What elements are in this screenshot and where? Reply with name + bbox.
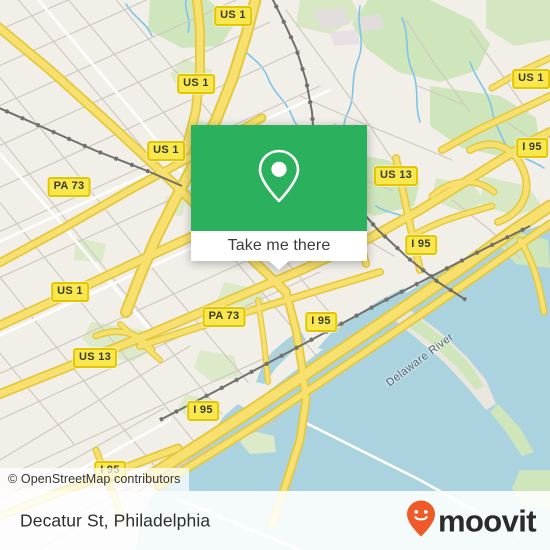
road-shield: I 95: [516, 138, 548, 158]
road-shield: US 1: [51, 282, 89, 302]
road-shield: US 1: [177, 74, 215, 94]
location-callout-card[interactable]: Take me there: [191, 125, 367, 270]
road-shield: US 13: [72, 348, 118, 368]
take-me-there-button[interactable]: Take me there: [228, 237, 331, 255]
road-shield: I 95: [405, 235, 437, 255]
callout-marker-area: [191, 125, 367, 231]
road-shield: I 95: [187, 401, 219, 421]
road-shield: US 13: [373, 166, 419, 186]
moovit-map-screen: Delaware River US 1 US 1 US 1 US 1I 95 US 13…: [0, 0, 550, 550]
road-shield: PA 73: [202, 307, 246, 327]
callout-pointer-tail: [269, 261, 289, 270]
road-shield: US 1: [512, 69, 550, 89]
bottom-info-bar: Decatur St, Philadelphia moovit: [0, 491, 550, 550]
moovit-logo[interactable]: moovit: [406, 499, 537, 542]
map-pin-icon: [256, 148, 302, 209]
road-shield: US 1: [147, 141, 185, 161]
address-label: Decatur St, Philadelphia: [20, 510, 211, 530]
moovit-wordmark: moovit: [437, 503, 537, 538]
road-shield: PA 73: [47, 177, 91, 197]
road-shield: I 95: [305, 312, 337, 332]
callout-action-area[interactable]: Take me there: [191, 231, 367, 270]
road-shield: US 1: [214, 6, 252, 26]
osm-attribution[interactable]: © OpenStreetMap contributors: [0, 468, 189, 491]
moovit-smiley-pin-icon: [406, 499, 436, 542]
